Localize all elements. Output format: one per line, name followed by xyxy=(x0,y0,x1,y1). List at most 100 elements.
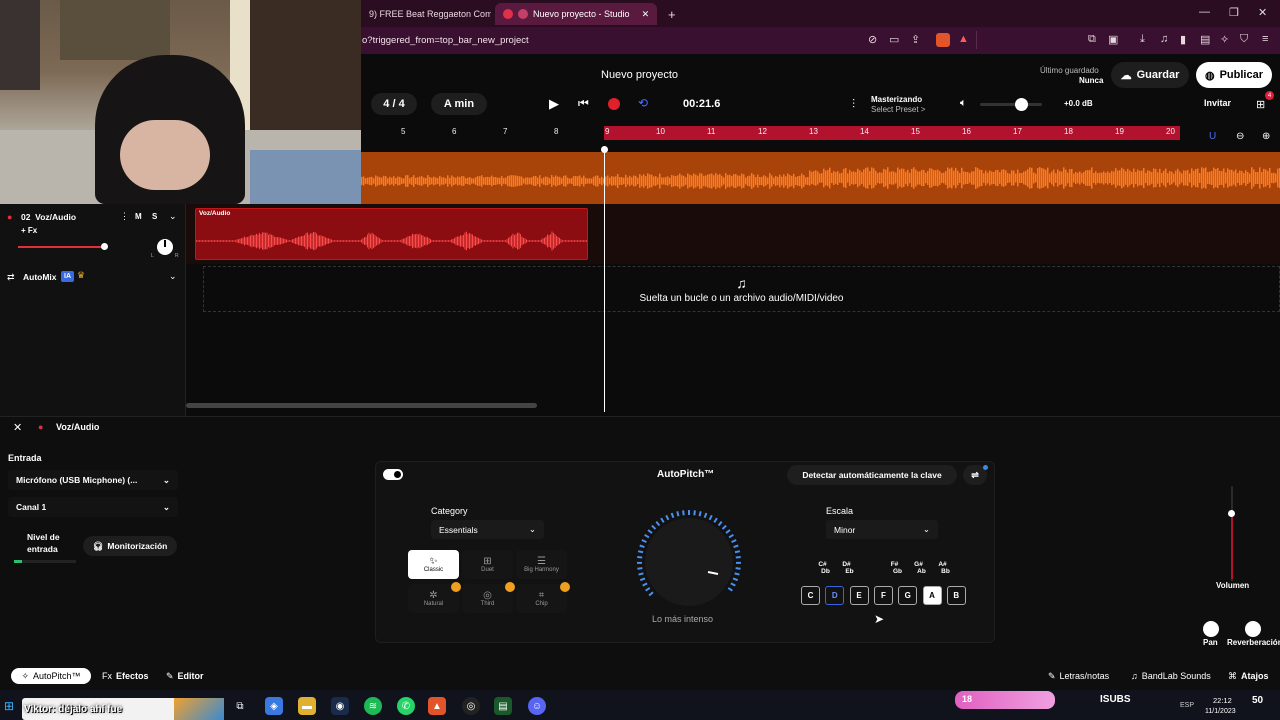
detect-key-button[interactable]: Detectar automáticamente la clave xyxy=(787,465,957,485)
discord-icon[interactable]: ☺ xyxy=(528,697,546,715)
close-panel-icon[interactable]: ✕ xyxy=(13,421,22,434)
steam-icon[interactable]: ◉ xyxy=(331,697,349,715)
chevron-down-icon[interactable]: ⌄ xyxy=(169,211,177,222)
invite-button[interactable]: Invitar xyxy=(1204,98,1231,108)
track-name[interactable]: 02 Voz/Audio xyxy=(21,212,76,222)
magnet-icon[interactable]: U xyxy=(1209,131,1216,142)
time-signature[interactable]: 4 / 4 xyxy=(371,93,417,115)
sidebar-icon[interactable]: ▮ xyxy=(1180,33,1186,46)
preset-big-harmony[interactable]: ☰ Big Harmony xyxy=(516,550,567,579)
save-button[interactable]: ☁ Guardar xyxy=(1111,62,1189,88)
key-e[interactable]: E xyxy=(849,586,869,605)
drop-zone[interactable]: ♫ Suelta un bucle o un archivo audio/MID… xyxy=(203,266,1280,312)
gift-icon[interactable]: ⊞ xyxy=(1256,98,1265,111)
key-c[interactable]: C xyxy=(801,586,820,605)
key-f[interactable]: F xyxy=(873,586,893,605)
sharp-key[interactable]: G# Ab xyxy=(909,561,928,575)
pan-knob[interactable] xyxy=(1203,621,1219,637)
input-device-select[interactable]: Micrófono (USB Micphone) (... ⌄ xyxy=(8,470,178,490)
shortcuts-button[interactable]: ⌘ Atajos xyxy=(1228,669,1269,683)
key-b[interactable]: B xyxy=(946,586,966,605)
playhead-handle[interactable] xyxy=(601,146,608,153)
clock-time[interactable]: 22:12 xyxy=(1213,696,1232,705)
volume-fader-thumb[interactable] xyxy=(1228,510,1235,517)
restore-icon[interactable]: ❐ xyxy=(1229,6,1239,19)
leo-ai-icon[interactable]: ✧ xyxy=(1220,33,1229,46)
cast-icon[interactable]: ▭ xyxy=(889,33,899,46)
language-indicator[interactable]: ESP xyxy=(1180,702,1194,709)
extensions-icon[interactable]: ⧉ xyxy=(1088,33,1096,46)
voice-audio-clip[interactable]: Voz/Audio xyxy=(195,208,588,260)
camera-off-icon[interactable]: ⊘ xyxy=(868,33,877,46)
close-window-icon[interactable]: ✕ xyxy=(1258,6,1267,19)
sharp-key[interactable]: F# Gb xyxy=(885,561,904,575)
brave-rewards-icon[interactable]: ▲ xyxy=(958,33,969,45)
sharp-key[interactable]: A# Bb xyxy=(933,561,952,575)
tab-youtube[interactable]: 9) FREE Beat Reggaeton Comercial xyxy=(361,3,491,25)
obs-icon[interactable]: ◎ xyxy=(462,697,480,715)
clock-date[interactable]: 11/1/2023 xyxy=(1205,708,1236,715)
track-volume-thumb[interactable] xyxy=(101,243,108,250)
master-volume-slider[interactable] xyxy=(980,103,1042,106)
track-volume-slider[interactable] xyxy=(18,246,106,248)
playhead[interactable] xyxy=(604,148,605,412)
scale-select[interactable]: Minor ⌄ xyxy=(826,520,938,539)
monitoring-button[interactable]: 🎧︎ Monitorización xyxy=(83,536,177,556)
zoom-in-icon[interactable]: ⊕ xyxy=(1262,131,1270,142)
chevron-down-icon[interactable]: ⌄ xyxy=(169,271,177,282)
speaker-icon[interactable]: 🔈︎ xyxy=(960,97,967,110)
zoom-out-icon[interactable]: ⊖ xyxy=(1236,131,1244,142)
key-d[interactable]: D xyxy=(825,586,845,605)
preset-classic[interactable]: ✨︎ Classic xyxy=(408,550,459,579)
notification-count[interactable]: 50 xyxy=(1252,695,1263,706)
tab-editor[interactable]: ✎ Editor xyxy=(166,669,204,683)
key-a[interactable]: A xyxy=(922,586,942,605)
key-selector[interactable]: A min xyxy=(431,93,487,115)
sharp-key[interactable]: D# Eb xyxy=(837,561,856,575)
skip-back-icon[interactable]: ⏮ xyxy=(578,96,589,111)
file-explorer-icon[interactable]: ▬ xyxy=(298,697,316,715)
tab-effects[interactable]: Fx Efectos xyxy=(102,669,149,683)
mastering-icon[interactable]: ⫶ xyxy=(852,97,855,112)
brave-icon[interactable]: ▲ xyxy=(428,697,446,715)
project-title[interactable]: Nuevo proyecto xyxy=(601,69,678,81)
wallet2-icon[interactable]: ▤ xyxy=(1200,33,1210,46)
horizontal-scrollbar[interactable] xyxy=(186,403,537,408)
publish-button[interactable]: ◍ Publicar xyxy=(1196,62,1272,88)
terminal-icon[interactable]: ▤ xyxy=(494,697,512,715)
add-fx-button[interactable]: + Fx xyxy=(21,226,37,235)
brave-shield-icon[interactable] xyxy=(936,33,950,47)
mute-button[interactable]: M xyxy=(135,212,142,221)
minimize-icon[interactable]: — xyxy=(1199,6,1210,18)
record-icon[interactable] xyxy=(608,98,620,110)
tab-autopitch[interactable]: ✧ AutoPitch™ xyxy=(11,668,91,684)
intensity-knob[interactable] xyxy=(630,510,748,614)
loop-icon[interactable]: ⟲ xyxy=(638,96,648,110)
new-tab-button[interactable]: + xyxy=(660,3,680,25)
beat-audio-track[interactable] xyxy=(361,152,1280,204)
bandlab-sounds-button[interactable]: ♫ BandLab Sounds xyxy=(1131,669,1211,683)
autopitch-toggle[interactable] xyxy=(383,469,403,480)
whatsapp-icon[interactable]: ✆ xyxy=(397,697,415,715)
share-icon[interactable]: ⇪ xyxy=(911,33,920,46)
mastering-title[interactable]: Masterizando xyxy=(871,95,922,104)
key-g[interactable]: G xyxy=(898,586,918,605)
menu-icon[interactable]: ≡ xyxy=(1262,33,1268,45)
music-icon[interactable]: ♫ xyxy=(1160,33,1168,45)
loop-region[interactable] xyxy=(604,126,1180,140)
download-icon[interactable]: ⤓ xyxy=(1140,33,1145,46)
lyrics-notes-button[interactable]: ✎ Letras/notas xyxy=(1048,669,1109,683)
track-menu-icon[interactable]: ⋮ xyxy=(120,211,129,222)
vpn-icon[interactable]: ⛉ xyxy=(1240,33,1248,46)
category-select[interactable]: Essentials ⌄ xyxy=(431,520,544,539)
copilot-icon[interactable]: ◈ xyxy=(265,697,283,715)
task-view-icon[interactable]: ⧉ xyxy=(231,697,249,715)
url-text[interactable]: o?triggered_from=top_bar_new_project xyxy=(362,35,529,46)
preset-duet[interactable]: ⊞ Duet xyxy=(462,550,513,579)
close-icon[interactable]: ✕ xyxy=(630,9,650,20)
play-icon[interactable]: ▶ xyxy=(549,96,559,112)
channel-select[interactable]: Canal 1 ⌄ xyxy=(8,497,178,517)
master-volume-thumb[interactable] xyxy=(1015,98,1028,111)
tray-widget[interactable]: 18 xyxy=(955,691,1055,709)
mastering-preset[interactable]: Select Preset > xyxy=(871,105,925,114)
